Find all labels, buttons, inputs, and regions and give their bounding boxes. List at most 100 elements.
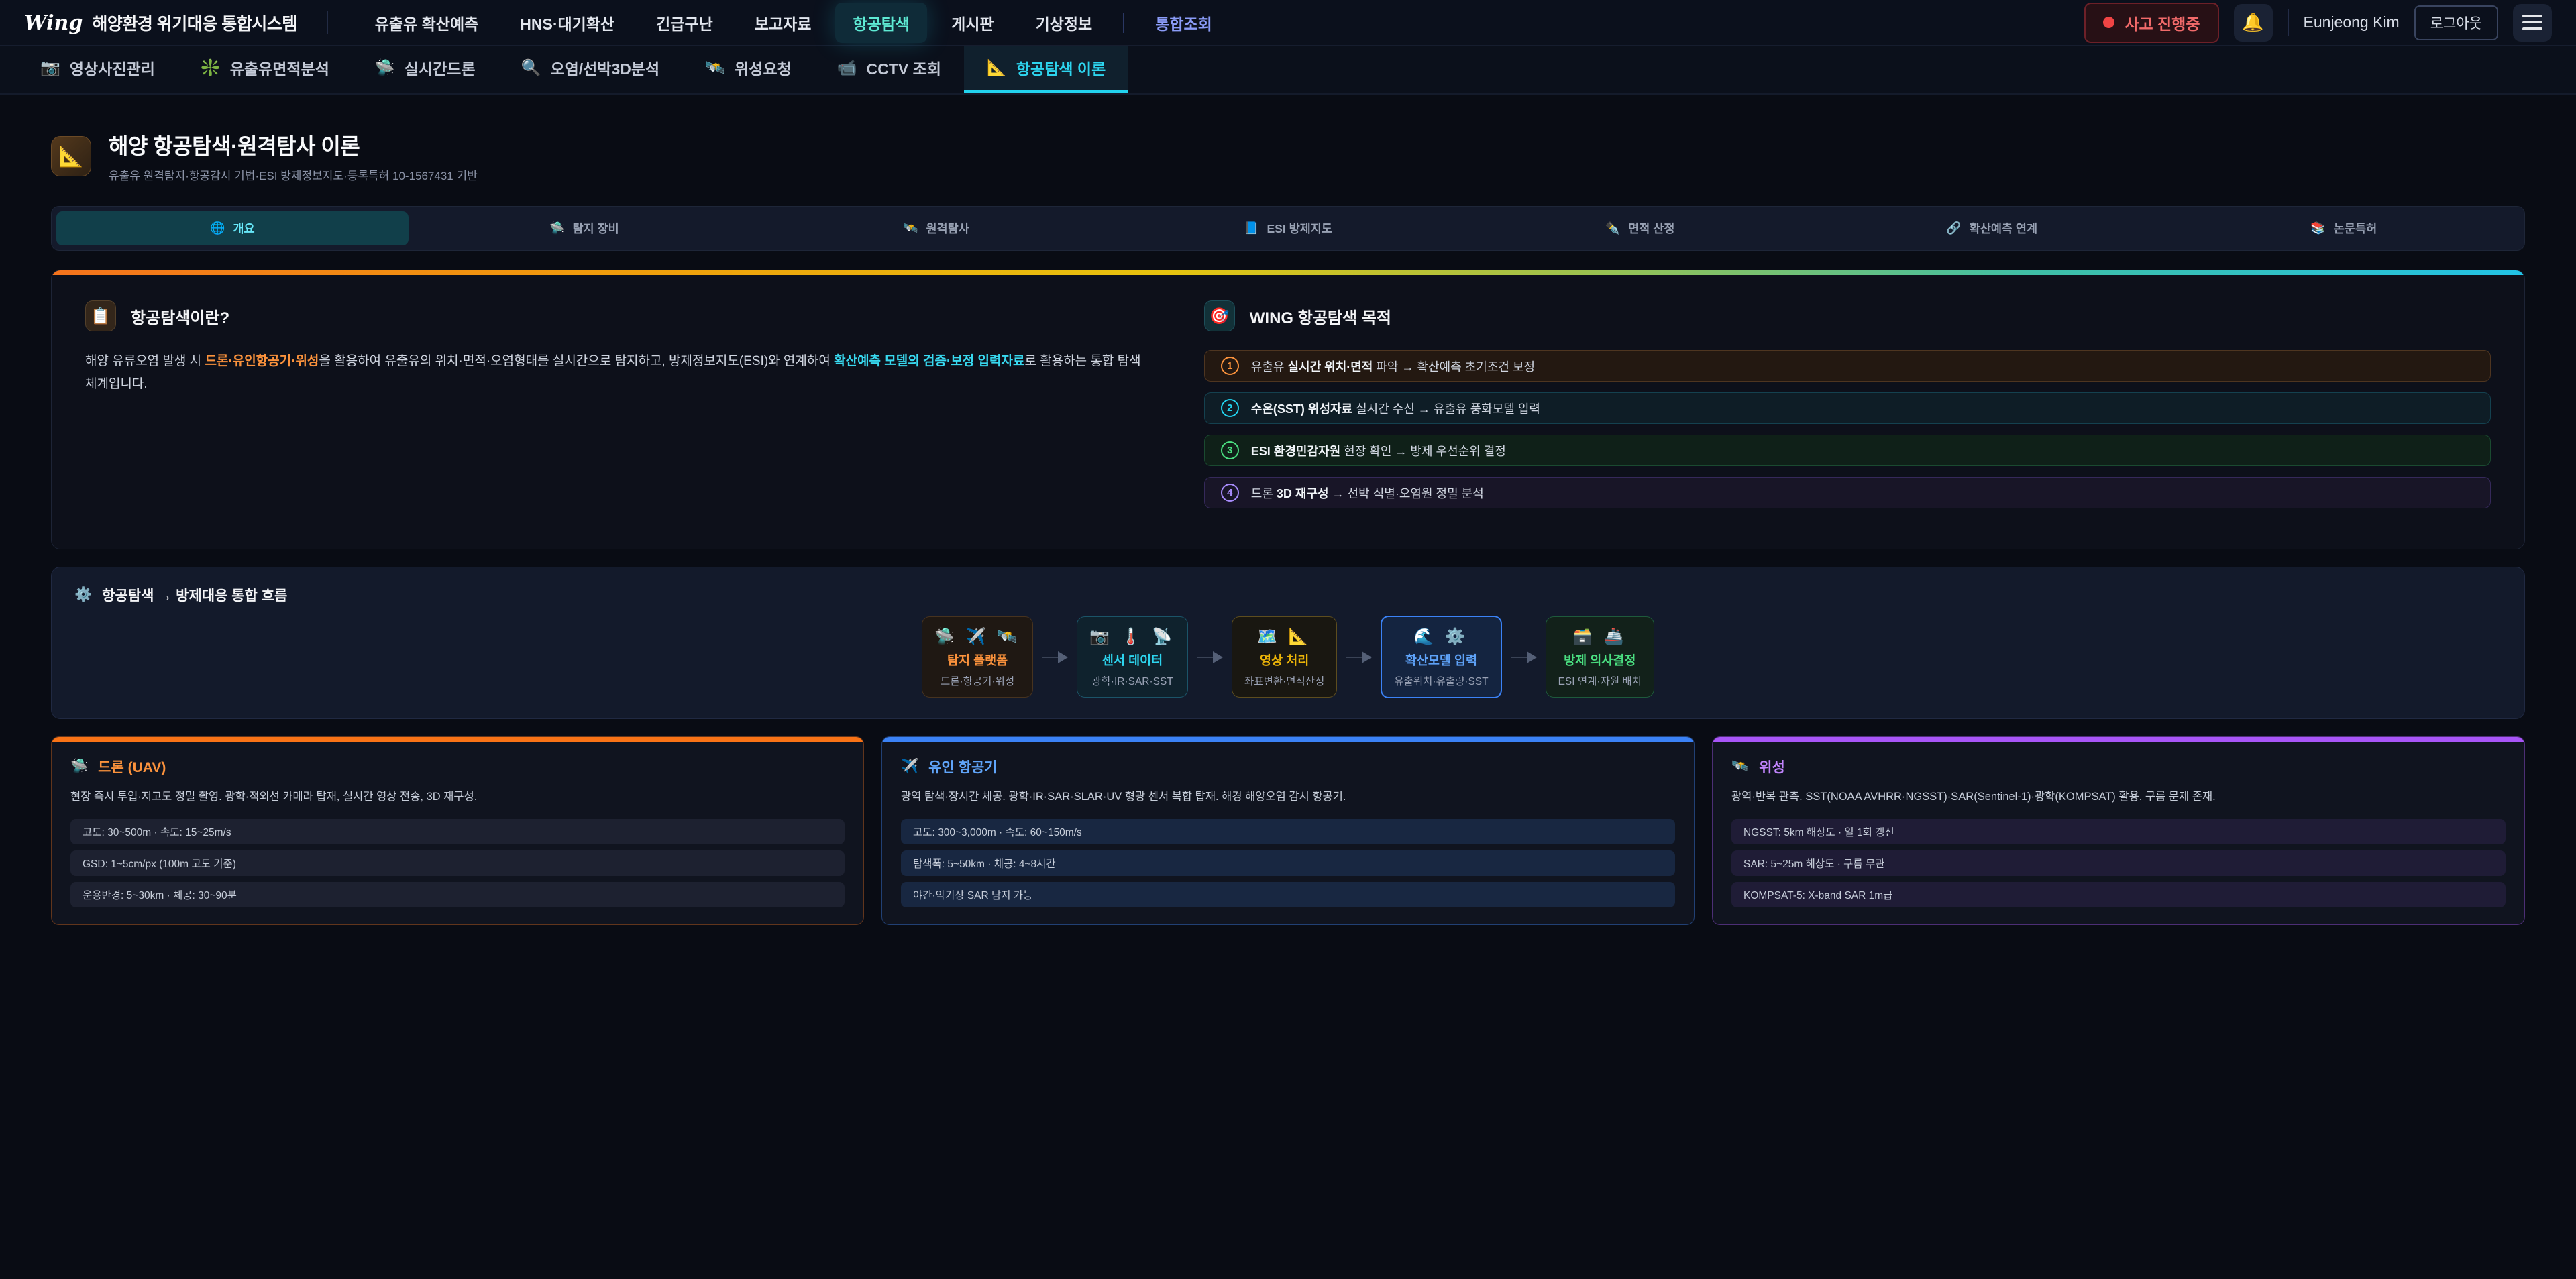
page-title: 해양 항공탐색·원격탐사 이론	[109, 129, 478, 160]
nav-item-reports[interactable]: 보고자료	[737, 3, 829, 43]
page-header: 📐 해양 항공탐색·원격탐사 이론 유출유 원격탐지·항공감시 기법·ESI 방…	[51, 129, 2525, 183]
navbar-divider	[2288, 9, 2289, 36]
navbar-right-cluster: 사고 진행중 🔔 Eunjeong Kim 로그아웃	[2084, 3, 2552, 43]
magnifier-icon: 🔍	[521, 58, 541, 78]
tab-realtime-drone[interactable]: 🛸 실시간드론	[352, 46, 498, 93]
books-icon: 📚	[2310, 221, 2325, 235]
highlight-platforms: 드론·유인항공기·위성	[205, 354, 319, 368]
nav-item-weather[interactable]: 기상정보	[1018, 3, 1110, 43]
wing-purpose-section: 🎯 WING 항공탐색 목적 1 유출유 실시간 위치·면적 파악 → 확산예측…	[1204, 300, 2491, 519]
camera-icon: 📷	[40, 58, 60, 78]
satellite-icon: 🛰️	[903, 221, 918, 235]
tab-cctv-view[interactable]: 📹 CCTV 조회	[814, 46, 964, 93]
gear-icon: ⚙️	[74, 587, 92, 603]
globe-icon: 🌐	[210, 221, 225, 235]
spec-row: GSD: 1~5cm/px (100m 고도 기준)	[70, 850, 845, 876]
orange-top-border	[52, 737, 863, 742]
gradient-top-border	[52, 270, 2524, 275]
pill-remote-sensing[interactable]: 🛰️ 원격탐사	[760, 211, 1112, 245]
app-logo: Wing 해양환경 위기대응 통합시스템	[24, 11, 297, 35]
spec-row: NGSST: 5km 해상도 · 일 1회 갱신	[1731, 819, 2506, 844]
flow-diagram: 🛸 ✈️ 🛰️ 탐지 플랫폼 드론·항공기·위성 📷 🌡️ 📡 센서 데이터 광…	[74, 616, 2502, 698]
nav-separator	[1123, 13, 1124, 33]
nav-item-board[interactable]: 게시판	[934, 3, 1011, 43]
purpose-item-2: 2 수온(SST) 위성자료 실시간 수신 → 유출유 풍화모델 입력	[1204, 392, 2491, 424]
wave-gear-icons: 🌊 ⚙️	[1414, 627, 1468, 647]
app-title: 해양환경 위기대응 통합시스템	[92, 11, 297, 35]
notifications-button[interactable]: 🔔	[2234, 4, 2273, 42]
bell-icon: 🔔	[2242, 12, 2263, 33]
user-name: Eunjeong Kim	[2304, 13, 2400, 32]
flow-step-detection-platform: 🛸 ✈️ 🛰️ 탐지 플랫폼 드론·항공기·위성	[922, 616, 1033, 698]
number-badge-1: 1	[1221, 357, 1239, 375]
drone-card-description: 현장 즉시 투입·저고도 정밀 촬영. 광학·적외선 카메라 탑재, 실시간 영…	[70, 789, 845, 805]
sparkle-icon: ❇️	[201, 58, 221, 78]
pill-papers-patents[interactable]: 📚 논문특허	[2167, 211, 2520, 245]
tab-satellite-request[interactable]: 🛰️ 위성요청	[682, 46, 814, 93]
section-pill-tabs: 🌐 개요 🛸 탐지 장비 🛰️ 원격탐사 📘 ESI 방제지도 ✒️ 면적 산정…	[51, 206, 2525, 251]
pill-overview[interactable]: 🌐 개요	[56, 211, 409, 245]
target-icon-box: 🎯	[1204, 300, 1235, 331]
filebox-ship-icons: 🗃️ 🚢	[1572, 627, 1627, 647]
main-content: 📐 해양 항공탐색·원격탐사 이론 유출유 원격탐지·항공감시 기법·ESI 방…	[0, 129, 2576, 925]
spec-row: 야간·악기상 SAR 탐지 가능	[901, 882, 1675, 907]
clipboard-icon-box: 📋	[85, 300, 116, 331]
page-title-icon-box: 📐	[51, 136, 91, 176]
number-badge-3: 3	[1221, 441, 1239, 459]
satellite-icon: 🛰️	[705, 58, 725, 78]
purpose-item-4: 4 드론 3D 재구성 → 선박 식별·오염원 정밀 분석	[1204, 477, 2491, 508]
satellite-card-description: 광역·반복 관측. SST(NOAA AVHRR·NGSST)·SAR(Sent…	[1731, 789, 2506, 805]
platform-icons: 🛸 ✈️ 🛰️	[934, 627, 1020, 647]
spec-row: 운용반경: 5~30km · 체공: 30~90분	[70, 882, 845, 907]
flow-step-sensor-data: 📷 🌡️ 📡 센서 데이터 광학·IR·SAR·SST	[1077, 616, 1188, 698]
spec-row: 고도: 300~3,000m · 속도: 60~150m/s	[901, 819, 1675, 844]
pill-detection-equipment[interactable]: 🛸 탐지 장비	[409, 211, 761, 245]
flow-step-image-processing: 🗺️ 📐 영상 처리 좌표변환·면적산정	[1232, 616, 1337, 698]
triangle-ruler-icon: 📐	[58, 145, 83, 168]
tab-oil-area-analysis[interactable]: ❇️ 유출유면적분석	[178, 46, 352, 93]
logout-button[interactable]: 로그아웃	[2414, 5, 2498, 40]
nav-item-aerial-search[interactable]: 항공탐색	[835, 3, 927, 43]
spec-row: 탐색폭: 5~50km · 체공: 4~8시간	[901, 850, 1675, 876]
pill-diffusion-link[interactable]: 🔗 확산예측 연계	[1816, 211, 2168, 245]
incident-label: 사고 진행중	[2125, 11, 2200, 34]
drone-card: 🛸 드론 (UAV) 현장 즉시 투입·저고도 정밀 촬영. 광학·적외선 카메…	[51, 736, 864, 925]
nav-item-oil-spill-prediction[interactable]: 유출유 확산예측	[358, 3, 496, 43]
aircraft-card-description: 광역 탐색·장시간 체공. 광학·IR·SAR·SLAR·UV 형광 센서 복합…	[901, 789, 1675, 805]
sub-tabbar: 📷 영상사진관리 ❇️ 유출유면적분석 🛸 실시간드론 🔍 오염/선박3D분석 …	[0, 46, 2576, 95]
tab-aerial-search-theory[interactable]: 📐 항공탐색 이론	[964, 46, 1128, 93]
link-icon: 🔗	[1946, 221, 1961, 235]
incident-dot-icon	[2103, 17, 2114, 28]
airplane-icon: ✈️	[901, 759, 918, 775]
pill-esi-map[interactable]: 📘 ESI 방제지도	[1112, 211, 1464, 245]
clipboard-icon: 📋	[91, 307, 111, 326]
flow-section-title: ⚙️ 항공탐색 → 방제대응 통합 흐름	[74, 585, 2502, 605]
purple-top-border	[1713, 737, 2524, 742]
platform-cards-row: 🛸 드론 (UAV) 현장 즉시 투입·저고도 정밀 촬영. 광학·적외선 카메…	[51, 736, 2525, 925]
highlight-model-input: 확산예측 모델의 검증·보정 입력자료	[834, 354, 1024, 368]
pill-area-calculation[interactable]: ✒️ 면적 산정	[1464, 211, 1816, 245]
nav-divider	[327, 11, 328, 34]
nav-item-emergency-rescue[interactable]: 긴급구난	[639, 3, 731, 43]
triangle-ruler-icon: 📐	[987, 58, 1007, 78]
drone-card-title: 🛸 드론 (UAV)	[70, 757, 845, 777]
logo-wing-mark: Wing	[24, 11, 83, 35]
video-camera-icon: 📹	[837, 58, 857, 78]
purpose-item-3: 3 ESI 환경민감자원 현장 확인 → 방제 우선순위 결정	[1204, 435, 2491, 466]
menu-button[interactable]	[2513, 4, 2552, 42]
incident-status-badge: 사고 진행중	[2084, 3, 2218, 43]
nav-item-hns-diffusion[interactable]: HNS·대기확산	[502, 3, 632, 43]
flow-arrow-icon	[1346, 651, 1372, 663]
sensor-icons: 📷 🌡️ 📡	[1089, 627, 1175, 647]
nav-item-integrated-search[interactable]: 통합조회	[1138, 3, 1230, 43]
blue-book-icon: 📘	[1244, 221, 1258, 235]
purpose-item-1: 1 유출유 실시간 위치·면적 파악 → 확산예측 초기조건 보정	[1204, 350, 2491, 382]
tab-pollution-ship-3d[interactable]: 🔍 오염/선박3D분석	[498, 46, 683, 93]
spec-row: KOMPSAT-5: X-band SAR 1m급	[1731, 882, 2506, 907]
page-subtitle: 유출유 원격탐지·항공감시 기법·ESI 방제정보지도·등록특허 10-1567…	[109, 166, 478, 183]
hamburger-icon	[2522, 15, 2542, 17]
satellite-icon: 🛰️	[1731, 759, 1749, 775]
drone-icon: 🛸	[549, 221, 564, 235]
flow-step-response-decision: 🗃️ 🚢 방제 의사결정 ESI 연계·자원 배치	[1546, 616, 1654, 698]
tab-image-photo-management[interactable]: 📷 영상사진관리	[17, 46, 178, 93]
